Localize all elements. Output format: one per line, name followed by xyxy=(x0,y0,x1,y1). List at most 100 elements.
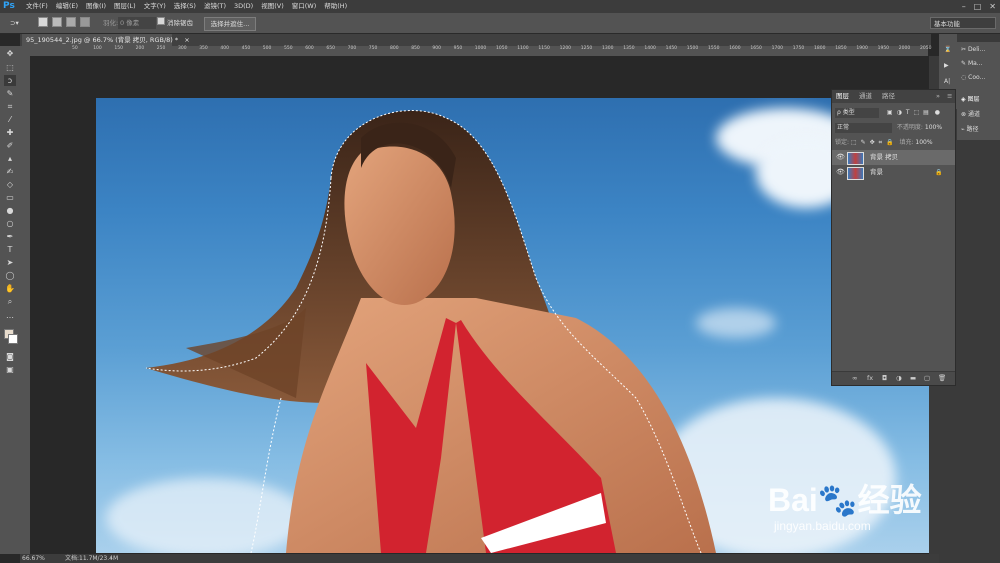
stamp-tool-icon[interactable]: ▴ xyxy=(4,153,16,164)
tab-channels[interactable]: 通道 xyxy=(859,90,872,103)
marquee-tool-icon[interactable]: ⬚ xyxy=(4,62,16,73)
select-and-mask-button[interactable]: 选择并遮住... xyxy=(204,17,256,31)
dock-paths-tab[interactable]: ⌁ 路径 xyxy=(961,124,979,136)
status-arrow-icon[interactable]: › xyxy=(110,554,112,563)
add-selection-icon[interactable] xyxy=(52,17,62,29)
document-tab-close-icon[interactable]: × xyxy=(184,36,189,44)
menu-image[interactable]: 图像(I) xyxy=(82,0,110,13)
close-button[interactable]: ✕ xyxy=(989,0,996,13)
feather-input[interactable]: 0 像素 xyxy=(118,17,156,29)
quick-select-tool-icon[interactable]: ✎ xyxy=(4,88,16,99)
path-select-tool-icon[interactable]: ➤ xyxy=(4,257,16,268)
eyedropper-tool-icon[interactable]: ⁄ xyxy=(4,114,16,125)
lock-icons[interactable]: ⬚✎✥⌗🔒 xyxy=(851,139,898,146)
dodge-tool-icon[interactable]: ○ xyxy=(4,218,16,229)
tab-layers[interactable]: 图层 xyxy=(836,90,849,103)
layer-lock-icon: 🔒 xyxy=(935,169,943,176)
pen-tool-icon[interactable]: ✒ xyxy=(4,231,16,242)
dock-item-ma[interactable]: ✎ Ma... xyxy=(961,58,983,70)
screen-mode-icon[interactable]: ▣ xyxy=(4,364,16,375)
ruler-tick-label: 1800 xyxy=(814,46,826,51)
layer-row-background-copy[interactable]: 👁 背景 拷贝 xyxy=(832,150,955,165)
menu-file[interactable]: 文件(F) xyxy=(22,0,52,13)
antialias-checkbox[interactable] xyxy=(157,17,165,29)
fill-input[interactable]: 100% xyxy=(915,139,932,146)
trash-icon[interactable]: 🗑 xyxy=(938,372,946,385)
zoom-tool-icon[interactable]: ⌕ xyxy=(4,296,16,307)
ruler-tick-label: 2000 xyxy=(898,46,911,51)
more-tools-icon[interactable]: … xyxy=(4,310,16,321)
collapse-panel-icon[interactable]: » xyxy=(936,90,940,103)
dock-channels-tab[interactable]: ⊗ 通道 xyxy=(961,109,980,121)
shape-tool-icon[interactable]: ◯ xyxy=(4,270,16,281)
ruler-tick-label: 750 xyxy=(368,46,378,51)
menu-type[interactable]: 文字(Y) xyxy=(140,0,170,13)
text-panel-icon[interactable]: A| xyxy=(944,76,950,88)
panel-menu-icon[interactable]: ≡ xyxy=(947,90,952,103)
opacity-input[interactable]: 100% xyxy=(925,124,942,131)
color-swatches[interactable] xyxy=(4,327,18,349)
ruler-tick-label: 700 xyxy=(347,46,357,51)
healing-tool-icon[interactable]: ✚ xyxy=(4,127,16,138)
lock-label: 锁定: xyxy=(835,139,850,146)
ruler-tick-label: 1600 xyxy=(729,46,741,51)
menu-3d[interactable]: 3D(D) xyxy=(230,0,257,13)
document-tab[interactable]: 95_190544_2.jpg @ 66.7% (背景 拷贝, RGB/8) *… xyxy=(22,34,190,46)
filter-toggle-icon[interactable]: ● xyxy=(935,109,940,116)
brush-tool-icon[interactable]: ✐ xyxy=(4,140,16,151)
new-selection-icon[interactable] xyxy=(38,17,48,29)
blur-tool-icon[interactable]: ● xyxy=(4,205,16,216)
menu-select[interactable]: 选择(S) xyxy=(170,0,200,13)
layer-name[interactable]: 背景 xyxy=(870,165,883,180)
lasso-tool-preset-icon[interactable]: ⊃▾ xyxy=(10,17,19,29)
history-brush-tool-icon[interactable]: ✍ xyxy=(4,166,16,177)
intersect-selection-icon[interactable] xyxy=(80,17,90,29)
visibility-eye-icon[interactable]: 👁 xyxy=(836,165,845,180)
fill-label: 填充: xyxy=(899,139,914,146)
mask-icon[interactable]: ◘ xyxy=(882,372,887,385)
ruler-tick-label: 350 xyxy=(199,46,208,51)
link-icon[interactable]: ∞ xyxy=(852,372,857,385)
fx-icon[interactable]: fx xyxy=(867,372,873,385)
zoom-level[interactable]: 66.67% xyxy=(22,554,45,563)
play-action-icon[interactable]: ▶ xyxy=(944,60,949,72)
move-tool-icon[interactable]: ✥ xyxy=(4,48,16,59)
workspace-select[interactable]: 基本功能 xyxy=(930,17,996,29)
visibility-eye-icon[interactable]: 👁 xyxy=(836,150,845,165)
layer-filter-icons[interactable]: ▣◑T⬚▤ xyxy=(887,109,933,116)
hand-tool-icon[interactable]: ✋ xyxy=(4,283,16,294)
vertical-ruler[interactable] xyxy=(20,46,30,554)
dock-item-coo[interactable]: ◌ Coo... xyxy=(961,72,985,84)
antialias-label: 消除锯齿 xyxy=(167,19,193,27)
layer-filter-select[interactable]: ρ 类型 xyxy=(835,108,879,118)
minimize-button[interactable]: – xyxy=(962,0,966,13)
crop-tool-icon[interactable]: ⌗ xyxy=(4,101,16,112)
gradient-tool-icon[interactable]: ▭ xyxy=(4,192,16,203)
blend-mode-select[interactable]: 正常 xyxy=(835,123,892,133)
layer-name[interactable]: 背景 拷贝 xyxy=(870,150,898,165)
quickmask-icon[interactable]: ◙ xyxy=(4,351,16,362)
menu-filter[interactable]: 滤镜(T) xyxy=(200,0,230,13)
subtract-selection-icon[interactable] xyxy=(66,17,76,29)
menu-layer[interactable]: 图层(L) xyxy=(110,0,140,13)
document-tab-title: 95_190544_2.jpg @ 66.7% (背景 拷贝, RGB/8) * xyxy=(26,36,179,44)
type-tool-icon[interactable]: T xyxy=(4,244,16,255)
menu-edit[interactable]: 编辑(E) xyxy=(52,0,82,13)
menu-view[interactable]: 视图(V) xyxy=(257,0,288,13)
dock-layers-tab[interactable]: ◈ 图层 xyxy=(961,94,980,106)
menu-window[interactable]: 窗口(W) xyxy=(288,0,321,13)
menu-list: 文件(F) 编辑(E) 图像(I) 图层(L) 文字(Y) 选择(S) 滤镜(T… xyxy=(22,0,351,13)
history-icon[interactable]: ⌛ xyxy=(944,44,951,56)
layer-thumbnail xyxy=(847,167,864,180)
tab-paths[interactable]: 路径 xyxy=(882,90,895,103)
adjustment-icon[interactable]: ◑ xyxy=(896,372,902,385)
menu-help[interactable]: 帮助(H) xyxy=(320,0,351,13)
folder-icon[interactable]: ▬ xyxy=(910,372,916,385)
maximize-button[interactable]: □ xyxy=(974,0,982,13)
status-bar: 66.67% 文档:11.7M/23.4M › xyxy=(20,554,939,563)
layer-row-background[interactable]: 👁 背景 🔒 xyxy=(832,165,955,180)
eraser-tool-icon[interactable]: ◇ xyxy=(4,179,16,190)
dock-item-deli[interactable]: ✂ Deli... xyxy=(961,44,985,56)
lasso-tool-icon[interactable]: ↄ xyxy=(4,75,16,86)
new-layer-icon[interactable]: ▢ xyxy=(924,372,930,385)
